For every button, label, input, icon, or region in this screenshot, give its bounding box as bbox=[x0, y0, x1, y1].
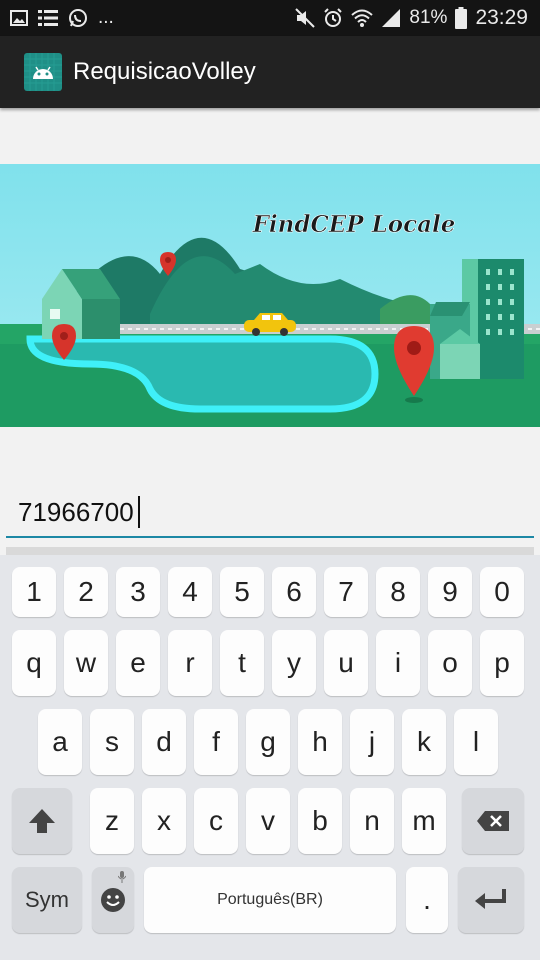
sym-key[interactable]: Sym bbox=[12, 867, 82, 933]
key[interactable]: s bbox=[90, 709, 134, 775]
key[interactable]: x bbox=[142, 788, 186, 854]
key[interactable]: 8 bbox=[376, 567, 420, 617]
whatsapp-icon bbox=[69, 9, 87, 27]
alarm-icon bbox=[324, 8, 343, 27]
enter-key[interactable] bbox=[458, 867, 524, 933]
signal-icon bbox=[382, 9, 401, 27]
image-icon bbox=[10, 10, 28, 26]
key[interactable]: 2 bbox=[64, 567, 108, 617]
key[interactable]: g bbox=[246, 709, 290, 775]
key[interactable]: 1 bbox=[12, 567, 56, 617]
key[interactable]: u bbox=[324, 630, 368, 696]
key[interactable]: 7 bbox=[324, 567, 368, 617]
key[interactable]: 5 bbox=[220, 567, 264, 617]
mute-icon bbox=[295, 8, 316, 28]
key[interactable]: t bbox=[220, 630, 264, 696]
key[interactable]: 3 bbox=[116, 567, 160, 617]
enter-icon bbox=[475, 889, 506, 909]
key[interactable]: f bbox=[194, 709, 238, 775]
key[interactable]: 4 bbox=[168, 567, 212, 617]
status-right-icons: 81% 23:29 bbox=[295, 5, 528, 31]
banner-title: FindCEP Locale bbox=[252, 211, 456, 238]
key[interactable]: r bbox=[168, 630, 212, 696]
key[interactable]: y bbox=[272, 630, 316, 696]
mic-icon bbox=[118, 871, 126, 883]
cep-input[interactable] bbox=[6, 488, 534, 538]
emoji-icon bbox=[101, 888, 125, 912]
text-caret bbox=[138, 496, 140, 528]
key[interactable]: o bbox=[428, 630, 472, 696]
key[interactable]: z bbox=[90, 788, 134, 854]
status-overflow: ... bbox=[98, 7, 114, 28]
key[interactable]: 9 bbox=[428, 567, 472, 617]
clock: 23:29 bbox=[475, 6, 528, 29]
key[interactable]: d bbox=[142, 709, 186, 775]
key[interactable]: e bbox=[116, 630, 160, 696]
key[interactable]: l bbox=[454, 709, 498, 775]
keyboard: 1 2 3 4 5 6 7 8 9 0 q w e r t y u i o p … bbox=[0, 555, 540, 960]
key[interactable]: p bbox=[480, 630, 524, 696]
key[interactable]: m bbox=[402, 788, 446, 854]
key[interactable]: j bbox=[350, 709, 394, 775]
key[interactable]: w bbox=[64, 630, 108, 696]
android-icon bbox=[24, 53, 62, 91]
app-bar: RequisicaoVolley bbox=[0, 36, 540, 108]
battery-icon bbox=[455, 7, 468, 29]
key[interactable]: i bbox=[376, 630, 420, 696]
period-key[interactable]: . bbox=[406, 867, 448, 933]
backspace-key[interactable] bbox=[462, 788, 524, 854]
space-key[interactable]: Português(BR) bbox=[144, 867, 396, 933]
shift-key[interactable] bbox=[12, 788, 72, 854]
wifi-icon bbox=[351, 9, 374, 27]
key[interactable]: a bbox=[38, 709, 82, 775]
key[interactable]: q bbox=[12, 630, 56, 696]
key[interactable]: b bbox=[298, 788, 342, 854]
key[interactable]: 6 bbox=[272, 567, 316, 617]
app-title: RequisicaoVolley bbox=[73, 58, 256, 85]
key[interactable]: 0 bbox=[480, 567, 524, 617]
battery-percent: 81% bbox=[409, 7, 448, 28]
emoji-key[interactable] bbox=[92, 867, 134, 933]
shift-icon bbox=[29, 809, 55, 833]
key[interactable]: v bbox=[246, 788, 290, 854]
backspace-icon bbox=[477, 811, 509, 831]
list-icon bbox=[38, 10, 58, 26]
key[interactable]: h bbox=[298, 709, 342, 775]
findcep-banner: FindCEP Locale bbox=[0, 164, 540, 427]
key[interactable]: k bbox=[402, 709, 446, 775]
status-bar: ... 81% 23:29 bbox=[0, 0, 540, 36]
key[interactable]: n bbox=[350, 788, 394, 854]
key[interactable]: c bbox=[194, 788, 238, 854]
status-left-icons: ... bbox=[10, 6, 114, 30]
